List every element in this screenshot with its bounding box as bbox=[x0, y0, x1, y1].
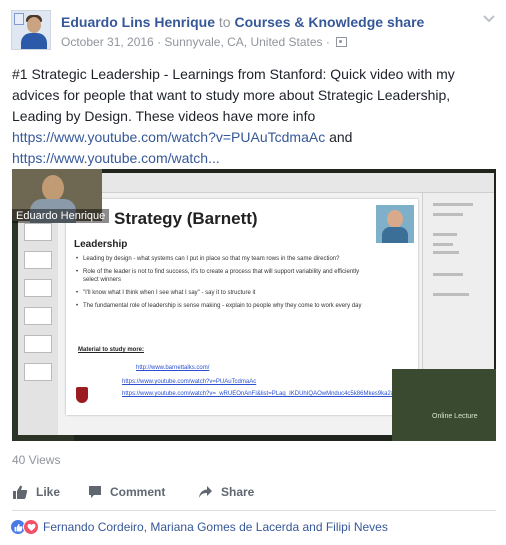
background-scene: Online Lecture bbox=[392, 369, 496, 441]
webcam-label: Eduardo Henrique bbox=[12, 209, 110, 223]
thumbs-up-icon bbox=[13, 485, 28, 499]
author-avatar[interactable] bbox=[11, 10, 51, 50]
share-label: Share bbox=[221, 485, 255, 499]
stanford-logo-icon bbox=[76, 387, 88, 403]
post-header: Eduardo Lins Henrique to Courses & Knowl… bbox=[11, 10, 496, 52]
meta-separator: · bbox=[157, 35, 162, 49]
reactions-summary[interactable]: Fernando Cordeiro, Mariana Gomes de Lace… bbox=[10, 518, 388, 536]
comment-icon bbox=[89, 486, 101, 498]
author-name-link[interactable]: Eduardo Lins Henrique bbox=[61, 14, 215, 30]
slide-link-2: https://www.youtube.com/watch?v=PUAuTcdm… bbox=[122, 379, 257, 385]
material-label: Material to study more: bbox=[78, 347, 145, 353]
group-name-link[interactable]: Courses & Knowledge share bbox=[234, 14, 424, 30]
youtube-link-2[interactable]: https://www.youtube.com/watch... bbox=[12, 150, 220, 166]
avatar-badge bbox=[14, 13, 24, 25]
action-bar: Like Comment Share bbox=[12, 480, 496, 504]
post-text: #1 Strategic Leadership - Learnings from… bbox=[12, 64, 496, 169]
video-player[interactable]: Strategy (Barnett) Leadership Leading by… bbox=[12, 169, 496, 441]
comment-button[interactable]: Comment bbox=[88, 480, 165, 504]
location-link[interactable]: Sunnyvale, CA, United States bbox=[164, 35, 322, 49]
slide-thumbnails bbox=[18, 193, 58, 435]
post-date-link[interactable]: October 31, 2016 bbox=[61, 35, 154, 49]
presentation-slide: Strategy (Barnett) Leadership Leading by… bbox=[66, 199, 418, 415]
post-title-line: Eduardo Lins Henrique to Courses & Knowl… bbox=[61, 14, 424, 31]
slide-link-1: http://www.barnettalks.com/ bbox=[136, 365, 210, 371]
view-count[interactable]: 40 Views bbox=[12, 452, 60, 468]
and-text: and bbox=[329, 129, 353, 145]
audience-icon[interactable] bbox=[336, 37, 348, 47]
like-button[interactable]: Like bbox=[12, 480, 60, 504]
like-label: Like bbox=[36, 485, 61, 499]
love-reaction-icon bbox=[23, 519, 39, 535]
slide-bullet: Leading by design - what systems can I p… bbox=[76, 255, 366, 263]
divider bbox=[12, 510, 496, 511]
meta-separator-2: · bbox=[325, 35, 330, 49]
slide-title: Strategy (Barnett) bbox=[114, 209, 258, 228]
youtube-link-1[interactable]: https://www.youtube.com/watch?v=PUAuTcdm… bbox=[12, 129, 325, 145]
slide-bullet: The fundamental role of leadership is se… bbox=[76, 302, 366, 310]
slide-link-3: https://www.youtube.com/watch?v=_wRUEOnA… bbox=[122, 391, 416, 397]
chevron-down-icon[interactable] bbox=[481, 12, 497, 26]
to-label: to bbox=[218, 14, 231, 30]
share-icon bbox=[199, 486, 212, 498]
post-body-text: #1 Strategic Leadership - Learnings from… bbox=[12, 66, 455, 124]
slide-heading: Leadership bbox=[74, 239, 128, 250]
comment-label: Comment bbox=[110, 485, 166, 499]
slide-bullets: Leading by design - what systems can I p… bbox=[76, 255, 366, 315]
share-button[interactable]: Share bbox=[198, 480, 254, 504]
reaction-names[interactable]: Fernando Cordeiro, Mariana Gomes de Lace… bbox=[43, 520, 388, 534]
slide-bullet: Role of the leader is not to find succes… bbox=[76, 268, 366, 284]
feed-post: Eduardo Lins Henrique to Courses & Knowl… bbox=[0, 0, 506, 545]
speaker-photo bbox=[376, 205, 414, 243]
slide-bullet: "I'll know what I think when I see what … bbox=[76, 289, 366, 297]
post-meta: October 31, 2016 · Sunnyvale, CA, United… bbox=[61, 34, 348, 50]
corner-text: Online Lecture bbox=[432, 413, 478, 420]
